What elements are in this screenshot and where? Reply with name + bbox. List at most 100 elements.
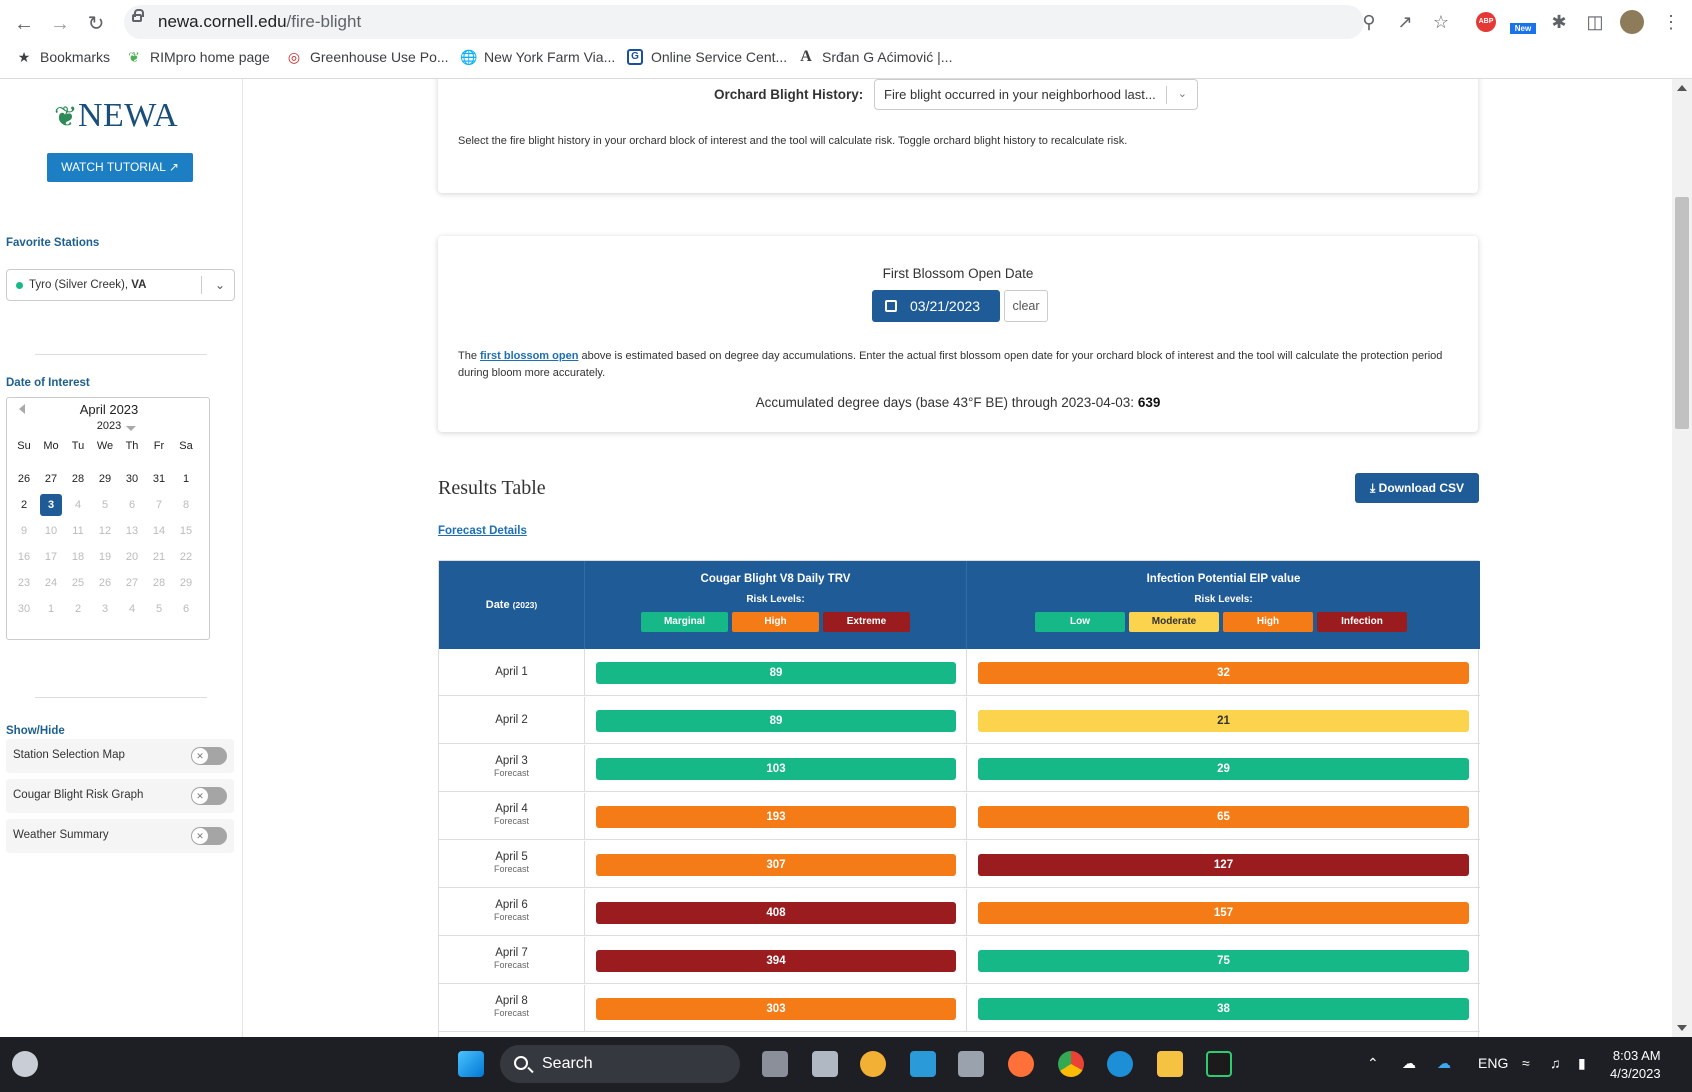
calendar-day[interactable]: 16	[13, 546, 35, 568]
firefox-icon[interactable]	[1008, 1051, 1034, 1077]
calendar-day[interactable]: 14	[148, 520, 170, 542]
calendar-day[interactable]: 4	[67, 494, 89, 516]
windows-start-icon[interactable]	[458, 1051, 484, 1077]
calendar-day[interactable]: 26	[94, 572, 116, 594]
url-text[interactable]: newa.cornell.edu/fire-blight	[158, 12, 361, 32]
calendar-day[interactable]: 24	[40, 572, 62, 594]
risk-graph-toggle[interactable]: ✕	[191, 787, 227, 805]
calendar-day[interactable]: 27	[40, 468, 62, 490]
battery-icon[interactable]: ▮	[1578, 1055, 1586, 1072]
wifi-icon[interactable]: ≈	[1522, 1055, 1530, 1071]
calendar-day[interactable]: 17	[40, 546, 62, 568]
calendar-day[interactable]: 8	[175, 494, 197, 516]
calendar-day[interactable]: 28	[67, 468, 89, 490]
file-explorer-icon[interactable]	[1157, 1051, 1183, 1077]
taskbar-search[interactable]: Search	[500, 1045, 740, 1083]
chrome-menu-icon[interactable]: ⋮	[1660, 11, 1682, 33]
share-icon[interactable]: ↗	[1394, 11, 1416, 33]
cloud-icon[interactable]: ☁	[1402, 1055, 1416, 1072]
bookmark-acimovic[interactable]: A Srđan G Aćimović |...	[798, 49, 952, 66]
newa-logo[interactable]: ❦NEWA	[54, 97, 178, 135]
forward-arrow-icon[interactable]: →	[46, 10, 74, 38]
calendar-day[interactable]: 21	[148, 546, 170, 568]
calendar-day[interactable]: 26	[13, 468, 35, 490]
calendar-day-selected[interactable]: 3	[40, 494, 62, 516]
forecast-details-link[interactable]: Forecast Details	[438, 525, 527, 537]
volume-icon[interactable]: ♫	[1550, 1055, 1561, 1071]
bookmark-online-service[interactable]: G Online Service Cent...	[627, 49, 787, 65]
bookmark-greenhouse[interactable]: ◎ Greenhouse Use Po...	[286, 49, 449, 65]
back-arrow-icon[interactable]: ←	[10, 10, 38, 38]
calendar-day[interactable]: 1	[40, 598, 62, 620]
calendar-day[interactable]: 29	[175, 572, 197, 594]
profile-avatar[interactable]	[1620, 10, 1644, 34]
station-select[interactable]: Tyro (Silver Creek), VA ⌄	[6, 269, 235, 301]
weather-summary-toggle[interactable]: ✕	[191, 827, 227, 845]
calendar-day[interactable]: 25	[67, 572, 89, 594]
calendar-day[interactable]: 7	[148, 494, 170, 516]
orchard-history-select[interactable]: Fire blight occurred in your neighborhoo…	[874, 79, 1198, 110]
chevron-down-icon[interactable]: ⌄	[215, 270, 225, 300]
bookmark-nyfarm[interactable]: 🌐 New York Farm Via...	[460, 49, 615, 65]
calculator-icon[interactable]	[958, 1051, 984, 1077]
calendar-day[interactable]: 23	[13, 572, 35, 594]
download-csv-button[interactable]: ⤓ Download CSV	[1355, 473, 1479, 503]
calendar-day[interactable]: 29	[94, 468, 116, 490]
calendar-day[interactable]: 19	[94, 546, 116, 568]
system-clock[interactable]: 8:03 AM 4/3/2023	[1610, 1047, 1661, 1083]
app-icon[interactable]	[812, 1051, 838, 1077]
extensions-puzzle-icon[interactable]: ✱	[1548, 11, 1570, 33]
adblock-icon[interactable]: ABP	[1476, 12, 1496, 32]
reload-icon[interactable]: ↻	[82, 10, 110, 38]
edge-icon[interactable]	[1107, 1051, 1133, 1077]
calendar-day[interactable]: 5	[148, 598, 170, 620]
side-panel-icon[interactable]: ◫	[1584, 11, 1606, 33]
calendar-day[interactable]: 13	[121, 520, 143, 542]
scroll-up-arrow-icon[interactable]	[1677, 85, 1687, 91]
new-extension-icon[interactable]: New	[1510, 11, 1536, 34]
clear-date-button[interactable]: clear	[1004, 290, 1048, 322]
station-map-toggle[interactable]: ✕	[191, 747, 227, 765]
calendar-day[interactable]: 6	[121, 494, 143, 516]
calendar-day[interactable]: 28	[148, 572, 170, 594]
bookmark-rimpro[interactable]: ❦ RIMpro home page	[126, 49, 270, 65]
calendar-day[interactable]: 18	[67, 546, 89, 568]
calendar-day[interactable]: 10	[40, 520, 62, 542]
app-dollar-icon[interactable]	[1206, 1051, 1232, 1077]
year-dropdown-arrow-icon[interactable]	[126, 426, 136, 431]
calendar-day[interactable]: 15	[175, 520, 197, 542]
calendar-day[interactable]: 12	[94, 520, 116, 542]
calendar-day[interactable]: 4	[121, 598, 143, 620]
calendar-year-select[interactable]: 2023	[7, 420, 211, 432]
blossom-date-button[interactable]: 03/21/2023	[872, 290, 1000, 322]
chevron-up-icon[interactable]: ⌃	[1367, 1055, 1379, 1072]
bookmark-bookmarks[interactable]: ★ Bookmarks	[16, 49, 110, 65]
calendar-day[interactable]: 22	[175, 546, 197, 568]
task-view-icon[interactable]	[762, 1051, 788, 1077]
bookmark-star-icon[interactable]: ☆	[1430, 11, 1452, 33]
calendar-day[interactable]: 6	[175, 598, 197, 620]
zoom-icon[interactable]: ⚲	[1358, 11, 1380, 33]
calendar-day[interactable]: 2	[67, 598, 89, 620]
calendar-day[interactable]: 9	[13, 520, 35, 542]
calendar-day[interactable]: 30	[121, 468, 143, 490]
calendar-day[interactable]: 1	[175, 468, 197, 490]
watch-tutorial-button[interactable]: WATCH TUTORIAL ↗	[47, 153, 193, 182]
monitor-icon[interactable]	[910, 1051, 936, 1077]
calendar-day[interactable]: 2	[13, 494, 35, 516]
calendar-day[interactable]: 27	[121, 572, 143, 594]
first-blossom-open-link[interactable]: first blossom open	[480, 350, 578, 362]
scrollbar-thumb[interactable]	[1675, 197, 1689, 429]
scroll-down-arrow-icon[interactable]	[1677, 1025, 1687, 1031]
onedrive-icon[interactable]: ☁	[1437, 1055, 1451, 1072]
calendar-day[interactable]: 31	[148, 468, 170, 490]
page-scrollbar[interactable]	[1672, 79, 1692, 1037]
paint-icon[interactable]	[860, 1051, 886, 1077]
chrome-icon[interactable]	[1058, 1051, 1084, 1077]
calendar-day[interactable]: 20	[121, 546, 143, 568]
calendar-day[interactable]: 3	[94, 598, 116, 620]
calendar-day[interactable]: 30	[13, 598, 35, 620]
calendar-day[interactable]: 5	[94, 494, 116, 516]
language-indicator[interactable]: ENG	[1478, 1055, 1508, 1071]
weather-widget-icon[interactable]	[12, 1051, 38, 1077]
